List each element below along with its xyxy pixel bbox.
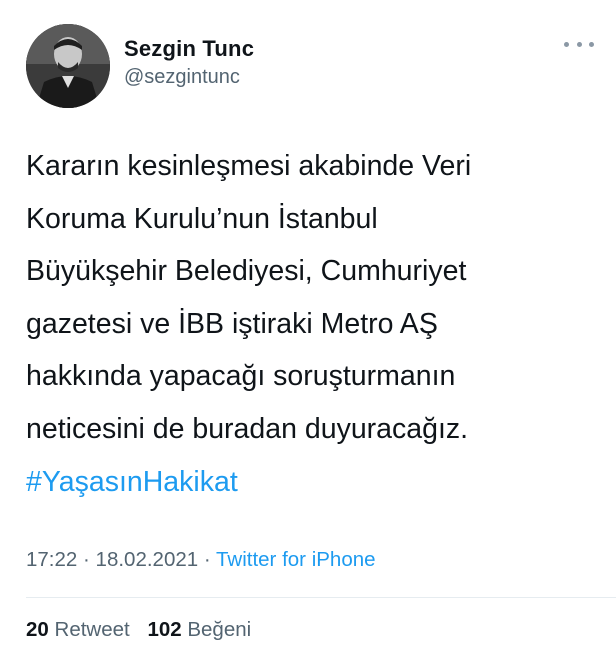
tweet-text-line: Büyükşehir Belediyesi, Cumhuriyet [26, 255, 467, 287]
tweet-date[interactable]: 18.02.2021 [96, 548, 199, 571]
avatar[interactable] [26, 24, 110, 108]
tweet-meta: 17:22 · 18.02.2021 · Twitter for iPhone [26, 545, 376, 575]
hashtag-link[interactable]: #YaşasınHakikat [26, 456, 238, 508]
divider [26, 597, 616, 598]
more-dot [564, 41, 569, 47]
retweets-stat[interactable]: 20 Retweet [26, 618, 130, 641]
tweet-source-link[interactable]: Twitter for iPhone [216, 548, 376, 571]
tweet-time[interactable]: 17:22 [26, 548, 77, 571]
tweet-stats: 20 Retweet 102 Beğeni [26, 615, 263, 645]
author-handle[interactable]: @sezgintunc [124, 64, 254, 90]
likes-stat[interactable]: 102 Beğeni [147, 618, 251, 641]
more-dot [576, 41, 582, 47]
tweet-text: Kararın kesinleşmesi akabinde Veri Korum… [26, 140, 596, 455]
retweets-count: 20 [26, 618, 49, 641]
tweet-text-line: neticesini de buradan duyuracağız. [26, 412, 469, 445]
tweet-text-line: gazetesi ve İBB iştiraki Metro AŞ [26, 307, 438, 340]
more-options-icon[interactable] [564, 38, 594, 50]
tweet-header: Sezgin Tunc @sezgintunc [26, 18, 596, 108]
meta-separator: · [203, 548, 211, 571]
retweets-label: Retweet [54, 618, 130, 641]
tweet-text-line: hakkında yapacağı soruşturmanın [26, 360, 456, 392]
tweet-text-line: Koruma Kurulu’nun İstanbul [26, 202, 378, 235]
author-display-name[interactable]: Sezgin Tunc [124, 36, 254, 62]
meta-separator: · [83, 548, 90, 571]
tweet-text-line: Kararın kesinleşmesi akabinde Veri [26, 150, 472, 182]
more-dot [589, 41, 594, 47]
likes-count: 102 [147, 618, 182, 641]
likes-label: Beğeni [187, 618, 252, 641]
